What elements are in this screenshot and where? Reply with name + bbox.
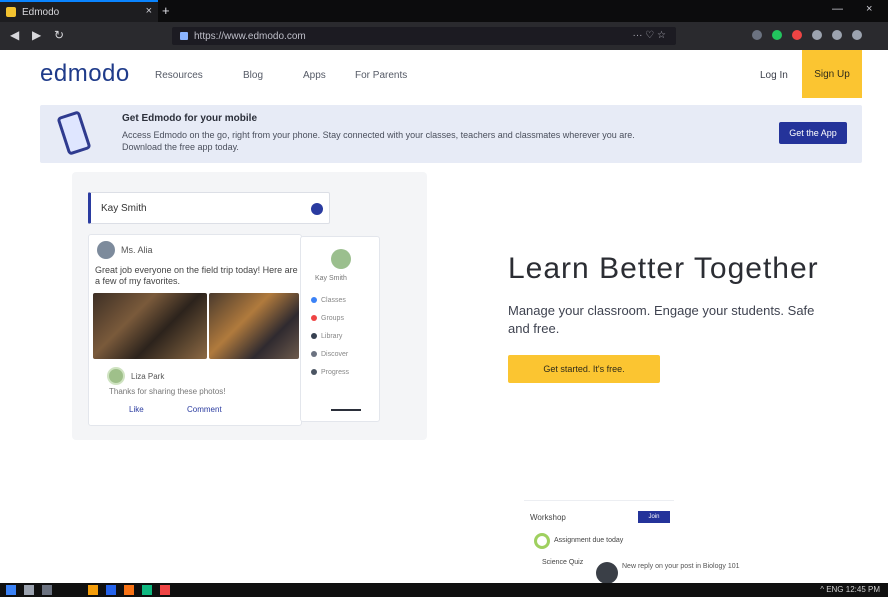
new-tab-button[interactable]: + — [162, 3, 170, 18]
browser-navbar: ◀ ▶ ↻ https://www.edmodo.com ··· ♡ ☆ — [0, 22, 888, 50]
menu-icon[interactable] — [852, 30, 862, 40]
edmodo-logo[interactable]: edmodo — [40, 60, 130, 88]
profile-item: Progress — [311, 367, 371, 377]
hero-title: Learn Better Together — [508, 252, 819, 285]
library-icon — [311, 333, 317, 339]
profile-item: Classes — [311, 295, 371, 305]
extension-icon[interactable] — [812, 30, 822, 40]
extension-icon[interactable] — [792, 30, 802, 40]
explorer-icon[interactable] — [88, 585, 98, 595]
get-app-button[interactable]: Get the App — [779, 122, 847, 144]
nav-link-parents[interactable]: For Parents — [355, 70, 407, 81]
avatar — [107, 367, 125, 385]
banner-text: Access Edmodo on the go, right from your… — [122, 130, 635, 152]
system-tray[interactable]: ^ ENG 12:45 PM — [820, 585, 880, 594]
progress-icon — [311, 369, 317, 375]
app-banner: Get Edmodo for your mobile Access Edmodo… — [40, 105, 862, 163]
post-photo — [209, 293, 299, 359]
window-close-button[interactable]: × — [866, 3, 872, 15]
post-author: Ms. Alia — [121, 245, 153, 255]
screen: Edmodo × + — × ◀ ▶ ↻ https://www.edmodo.… — [0, 0, 888, 597]
tab-close-icon[interactable]: × — [146, 5, 152, 17]
extension-icon[interactable] — [772, 30, 782, 40]
url-actions[interactable]: ··· ♡ ☆ — [633, 30, 666, 41]
classes-icon — [311, 297, 317, 303]
profile-name: Kay Smith — [315, 275, 347, 282]
app-icon[interactable] — [160, 585, 170, 595]
preview-ring-text: Assignment due today — [554, 537, 624, 544]
tab-title: Edmodo — [22, 6, 60, 18]
url-text: https://www.edmodo.com — [194, 30, 306, 42]
taskview-icon[interactable] — [42, 585, 52, 595]
comment-author: Liza Park — [131, 372, 165, 381]
extension-icon[interactable] — [832, 30, 842, 40]
minimize-button[interactable]: — — [832, 3, 843, 15]
url-bar[interactable]: https://www.edmodo.com ··· ♡ ☆ — [172, 27, 676, 45]
login-link[interactable]: Log In — [760, 70, 788, 81]
nav-link-blog[interactable]: Blog — [243, 70, 263, 81]
site-header: edmodo Resources Blog Apps For Parents L… — [0, 50, 888, 98]
preview-badge: Join — [638, 511, 670, 523]
mock-search-field: Kay Smith — [88, 192, 330, 224]
comment-action: Comment — [187, 405, 222, 414]
extension-icon[interactable] — [752, 30, 762, 40]
divider — [331, 409, 361, 411]
browser-tabbar: Edmodo × + — × — [0, 0, 888, 22]
forward-button[interactable]: ▶ — [32, 28, 41, 42]
discover-icon — [311, 351, 317, 357]
search-icon[interactable] — [24, 585, 34, 595]
mock-post-card: Ms. Alia Great job everyone on the field… — [88, 234, 302, 426]
back-button[interactable]: ◀ — [10, 28, 19, 42]
progress-ring-icon — [534, 533, 550, 549]
avatar — [331, 249, 351, 269]
groups-icon — [311, 315, 317, 321]
nav-link-resources[interactable]: Resources — [155, 70, 203, 81]
nav-link-apps[interactable]: Apps — [303, 70, 326, 81]
start-icon[interactable] — [6, 585, 16, 595]
post-photo — [93, 293, 207, 359]
app-icon[interactable] — [142, 585, 152, 595]
avatar — [97, 241, 115, 259]
reload-button[interactable]: ↻ — [54, 28, 64, 42]
preview-title: Workshop — [530, 513, 566, 522]
post-text: Great job everyone on the field trip tod… — [95, 265, 298, 286]
edmodo-favicon-icon — [6, 7, 16, 17]
like-action: Like — [129, 405, 144, 414]
preview-notification: New reply on your post in Biology 101 — [622, 563, 740, 570]
lock-icon — [180, 32, 188, 40]
os-taskbar: ^ ENG 12:45 PM — [0, 583, 888, 597]
mock-search-icon — [311, 203, 323, 215]
browser-tab[interactable]: Edmodo × — [0, 0, 158, 22]
profile-item: Library — [311, 331, 371, 341]
phone-icon — [56, 110, 92, 156]
profile-item: Groups — [311, 313, 371, 323]
hero-subtitle: Manage your classroom. Engage your stude… — [508, 303, 815, 336]
firefox-icon[interactable] — [124, 585, 134, 595]
mock-profile-card: Kay Smith Classes Groups Library Discove… — [300, 236, 380, 422]
signup-button[interactable]: Sign Up — [802, 50, 862, 98]
get-started-button[interactable]: Get started. It's free. — [508, 355, 660, 383]
comment-text: Thanks for sharing these photos! — [109, 387, 226, 396]
profile-item: Discover — [311, 349, 371, 359]
app-icon[interactable] — [106, 585, 116, 595]
banner-title: Get Edmodo for your mobile — [122, 113, 258, 124]
mock-search-text: Kay Smith — [101, 202, 147, 214]
preview-row: Science Quiz — [542, 559, 584, 566]
avatar — [596, 562, 618, 584]
